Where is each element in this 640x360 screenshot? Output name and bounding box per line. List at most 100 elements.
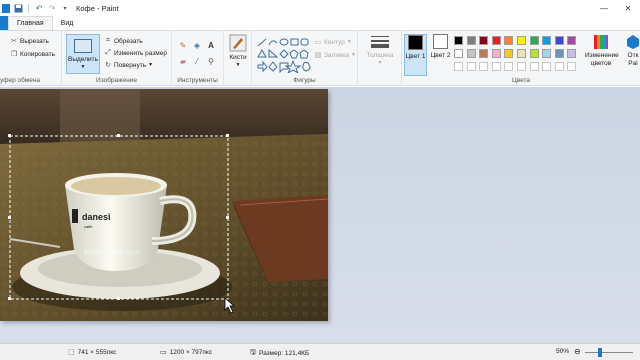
color-picker-icon[interactable]: ⁄ [192, 56, 202, 66]
copy-button[interactable]: ❐ Копировать [10, 50, 55, 59]
brushes-button[interactable]: Кисти ▼ [226, 34, 250, 68]
palette-empty-swatch[interactable] [491, 62, 501, 71]
eraser-icon[interactable]: ▰ [178, 56, 188, 66]
magnifier-icon[interactable]: ⚲ [206, 56, 216, 66]
palette-swatch[interactable] [466, 49, 476, 58]
palette-swatch[interactable] [454, 36, 463, 45]
cut-button[interactable]: ✂ Вырезать [10, 37, 49, 46]
size-button[interactable]: Толщина ▼ [364, 34, 396, 66]
tab-view[interactable]: Вид [53, 16, 82, 30]
palette-swatch[interactable] [529, 49, 539, 58]
fill-bucket-icon[interactable]: ◈ [192, 40, 202, 50]
selection-handle[interactable] [226, 134, 229, 137]
shapes-gallery[interactable] [256, 37, 312, 73]
palette-swatch[interactable] [529, 36, 539, 45]
palette-swatch[interactable] [454, 49, 463, 58]
outline-button[interactable]: ▭ Контур ▼ [314, 38, 352, 47]
file-size-icon: 🖫 [250, 349, 256, 356]
selection-handle[interactable] [117, 297, 120, 300]
color2-button[interactable]: Цвет 2 [429, 34, 452, 76]
selection-handle[interactable] [226, 216, 229, 219]
edit-colors-button[interactable]: Изменение цветов [584, 34, 619, 68]
watermark: MatmiLime.com [84, 248, 141, 257]
undo-icon[interactable]: ↶ [34, 3, 44, 13]
palette-swatch[interactable] [542, 36, 552, 45]
brushes-group: Кисти ▼ [224, 31, 252, 86]
palette-empty-swatch[interactable] [567, 62, 577, 71]
palette-empty-swatch[interactable] [454, 62, 463, 71]
close-button[interactable]: ✕ [616, 0, 640, 16]
rotate-label: Повернуть [114, 61, 147, 69]
palette-empty-swatch[interactable] [466, 62, 476, 71]
customize-qat-icon[interactable]: ▾ [60, 3, 70, 13]
paint3d-icon [627, 35, 639, 49]
canvas-workspace[interactable]: danesi caffe MatmiLime.com [0, 87, 640, 343]
file-size-cell: 🖫 Размер: 121,4КБ [250, 348, 309, 359]
qat-separator [28, 3, 29, 13]
palette-swatch[interactable] [567, 36, 577, 45]
cup-brand: danesi [82, 212, 111, 222]
text-icon[interactable]: A [206, 40, 216, 50]
image-group-label: Изображение [96, 77, 137, 84]
fill-button[interactable]: ▨ Заливка ▼ [314, 51, 356, 60]
palette-swatch[interactable] [504, 36, 514, 45]
scissors-icon: ✂ [11, 38, 17, 45]
palette-swatch[interactable] [554, 49, 564, 58]
pencil-icon[interactable]: ✎ [178, 40, 188, 50]
palette-swatch[interactable] [567, 49, 577, 58]
crop-icon: ⌗ [106, 37, 110, 44]
line-size-icon [371, 36, 389, 48]
palette-swatch[interactable] [479, 36, 489, 45]
palette-swatch[interactable] [466, 36, 476, 45]
image-size-cell: ▭ 1200 × 797пкс [160, 348, 212, 357]
resize-button[interactable]: ⤢ Изменить размер [104, 49, 167, 57]
palette-empty-swatch[interactable] [554, 62, 564, 71]
size-label: Толщина [366, 52, 394, 59]
palette-swatch[interactable] [554, 36, 564, 45]
palette-swatch[interactable] [517, 36, 526, 45]
selection-handle[interactable] [8, 297, 11, 300]
resize-icon: ⤢ [105, 49, 111, 56]
redo-icon[interactable]: ↷ [47, 3, 57, 13]
palette-swatch[interactable] [517, 49, 526, 58]
open-paint3d-button[interactable]: Отк Pai [624, 34, 640, 68]
fill-label: Заливка [324, 51, 350, 59]
chevron-down-icon: ▼ [235, 62, 241, 68]
zoom-slider-track[interactable] [585, 352, 633, 353]
minimize-button[interactable]: — [592, 0, 616, 16]
file-tab[interactable] [0, 16, 8, 30]
crop-button[interactable]: ⌗ Обрезать [104, 37, 143, 45]
palette-empty-swatch[interactable] [542, 62, 552, 71]
color2-label: Цвет 2 [430, 52, 451, 59]
rotate-button[interactable]: ↻ Повернуть ▼ [104, 61, 153, 70]
shapes-group: ▭ Контур ▼ ▨ Заливка ▼ Фигуры [252, 31, 358, 86]
selection-size-text: 741 × 555пкс [77, 348, 117, 356]
palette-empty-swatch[interactable] [479, 62, 489, 71]
tab-home[interactable]: Главная [8, 16, 53, 30]
brush-icon [229, 34, 247, 52]
selection-handle[interactable] [117, 134, 120, 137]
palette-swatch[interactable] [542, 49, 552, 58]
color1-button[interactable]: Цвет 1 [404, 34, 427, 76]
palette-swatch[interactable] [491, 36, 501, 45]
palette-empty-swatch[interactable] [529, 62, 539, 71]
cup-brand-sub: caffe [84, 224, 93, 229]
palette-empty-swatch[interactable] [517, 62, 526, 71]
palette-empty-swatch[interactable] [504, 62, 514, 71]
selection-size-cell: ⬚ 741 × 555пкс [68, 348, 117, 357]
chevron-down-icon: ▼ [377, 60, 383, 66]
selection-handle[interactable] [8, 134, 11, 137]
select-label: Выделить [68, 56, 98, 63]
selection-handle[interactable] [8, 216, 11, 219]
zoom-out-button[interactable]: ⊖ [574, 347, 581, 356]
select-button[interactable]: Выделить ▼ [66, 34, 100, 74]
palette-swatch[interactable] [504, 49, 514, 58]
palette-swatch[interactable] [479, 49, 489, 58]
coffee-photo[interactable]: danesi caffe MatmiLime.com [0, 89, 328, 321]
color1-swatch [408, 35, 423, 50]
zoom-slider-thumb[interactable] [598, 348, 602, 357]
colors-group-label: Цвета [511, 77, 531, 84]
save-icon[interactable] [13, 3, 23, 13]
chevron-down-icon: ▼ [80, 64, 86, 70]
palette-swatch[interactable] [491, 49, 501, 58]
